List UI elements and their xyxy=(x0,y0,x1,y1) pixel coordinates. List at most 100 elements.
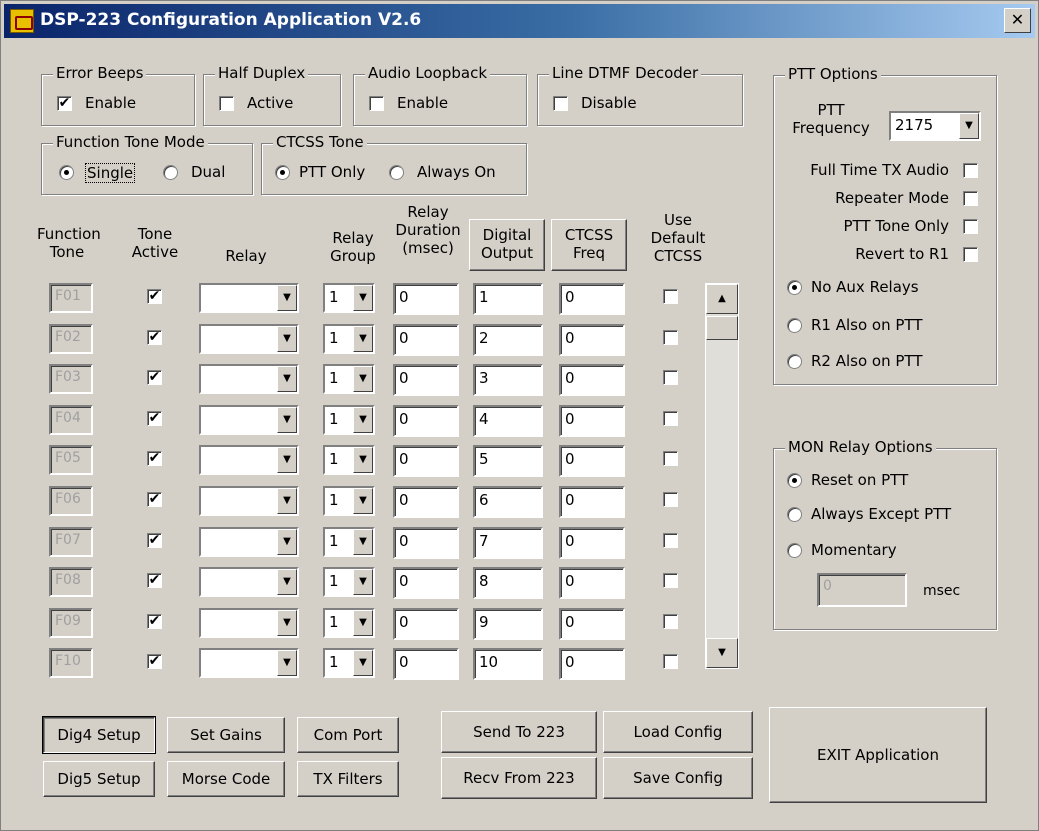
relay-duration-input[interactable]: 0 xyxy=(393,648,459,680)
chevron-down-icon[interactable]: ▼ xyxy=(277,569,297,595)
relay-group-select[interactable]: 1 ▼ xyxy=(323,405,375,435)
chevron-down-icon[interactable]: ▼ xyxy=(277,366,297,392)
com-port-button[interactable]: Com Port xyxy=(297,717,399,753)
digital-output-header-button[interactable]: Digital Output xyxy=(469,219,545,271)
chevron-down-icon[interactable]: ▼ xyxy=(353,569,373,595)
ctcss-freq-input[interactable]: 0 xyxy=(559,405,625,437)
use-default-ctcss-checkbox[interactable] xyxy=(663,533,678,548)
use-default-ctcss-checkbox[interactable] xyxy=(663,289,678,304)
relay-duration-input[interactable]: 0 xyxy=(393,486,459,518)
digital-output-input[interactable]: 4 xyxy=(473,405,543,437)
dig4-setup-button[interactable]: Dig4 Setup xyxy=(42,716,156,754)
use-default-ctcss-checkbox[interactable] xyxy=(663,654,678,669)
digital-output-input[interactable]: 9 xyxy=(473,608,543,640)
tone-active-checkbox[interactable]: ✔ xyxy=(147,533,162,548)
digital-output-input[interactable]: 6 xyxy=(473,486,543,518)
chevron-down-icon[interactable]: ▼ xyxy=(353,366,373,392)
chevron-down-icon[interactable]: ▼ xyxy=(353,447,373,473)
relay-duration-input[interactable]: 0 xyxy=(393,364,459,396)
error-beeps-checkbox[interactable]: ✔ xyxy=(57,96,72,111)
chevron-down-icon[interactable]: ▼ xyxy=(353,326,373,352)
recv-from-223-button[interactable]: Recv From 223 xyxy=(441,757,597,799)
ctcss-freq-header-button[interactable]: CTCSS Freq xyxy=(551,219,627,271)
close-button[interactable]: ✕ xyxy=(1004,8,1031,33)
function-tone-single-radio[interactable] xyxy=(59,165,74,180)
exit-application-button[interactable]: EXIT Application xyxy=(769,707,987,803)
relay-duration-input[interactable]: 0 xyxy=(393,567,459,599)
ptt-tone-only-checkbox[interactable] xyxy=(963,219,978,234)
set-gains-button[interactable]: Set Gains xyxy=(167,717,285,753)
scroll-up-icon[interactable]: ▲ xyxy=(706,284,738,314)
tone-active-checkbox[interactable]: ✔ xyxy=(147,654,162,669)
chevron-down-icon[interactable]: ▼ xyxy=(353,610,373,636)
ctcss-freq-input[interactable]: 0 xyxy=(559,486,625,518)
scroll-down-icon[interactable]: ▼ xyxy=(706,638,738,668)
digital-output-input[interactable]: 5 xyxy=(473,445,543,477)
relay-select[interactable]: ▼ xyxy=(199,648,299,678)
tone-active-checkbox[interactable]: ✔ xyxy=(147,451,162,466)
load-config-button[interactable]: Load Config xyxy=(603,711,753,753)
dig5-setup-button[interactable]: Dig5 Setup xyxy=(43,761,155,797)
tone-active-checkbox[interactable]: ✔ xyxy=(147,411,162,426)
chevron-down-icon[interactable]: ▼ xyxy=(277,488,297,514)
save-config-button[interactable]: Save Config xyxy=(603,757,753,799)
ptt-frequency-select[interactable]: 2175 ▼ xyxy=(889,111,981,141)
tx-filters-button[interactable]: TX Filters xyxy=(297,761,399,797)
r2-also-on-ptt-radio[interactable] xyxy=(787,354,802,369)
tone-active-checkbox[interactable]: ✔ xyxy=(147,330,162,345)
relay-duration-input[interactable]: 0 xyxy=(393,405,459,437)
relay-duration-input[interactable]: 0 xyxy=(393,324,459,356)
relay-duration-input[interactable]: 0 xyxy=(393,445,459,477)
digital-output-input[interactable]: 10 xyxy=(473,648,543,680)
relay-duration-input[interactable]: 0 xyxy=(393,608,459,640)
chevron-down-icon[interactable]: ▼ xyxy=(277,529,297,555)
relay-group-select[interactable]: 1 ▼ xyxy=(323,527,375,557)
chevron-down-icon[interactable]: ▼ xyxy=(353,407,373,433)
use-default-ctcss-checkbox[interactable] xyxy=(663,573,678,588)
use-default-ctcss-checkbox[interactable] xyxy=(663,614,678,629)
chevron-down-icon[interactable]: ▼ xyxy=(277,285,297,311)
relay-group-select[interactable]: 1 ▼ xyxy=(323,364,375,394)
chevron-down-icon[interactable]: ▼ xyxy=(277,610,297,636)
ctcss-ptt-only-radio[interactable] xyxy=(275,165,290,180)
relay-select[interactable]: ▼ xyxy=(199,486,299,516)
table-scrollbar[interactable]: ▲ ▼ xyxy=(705,283,739,669)
scroll-thumb[interactable] xyxy=(706,316,738,340)
chevron-down-icon[interactable]: ▼ xyxy=(277,326,297,352)
ctcss-freq-input[interactable]: 0 xyxy=(559,608,625,640)
relay-duration-input[interactable]: 0 xyxy=(393,283,459,315)
reset-on-ptt-radio[interactable] xyxy=(787,473,802,488)
relay-select[interactable]: ▼ xyxy=(199,364,299,394)
audio-loopback-checkbox[interactable] xyxy=(369,96,384,111)
relay-select[interactable]: ▼ xyxy=(199,405,299,435)
use-default-ctcss-checkbox[interactable] xyxy=(663,330,678,345)
full-time-tx-audio-checkbox[interactable] xyxy=(963,163,978,178)
chevron-down-icon[interactable]: ▼ xyxy=(277,407,297,433)
relay-group-select[interactable]: 1 ▼ xyxy=(323,567,375,597)
digital-output-input[interactable]: 3 xyxy=(473,364,543,396)
ctcss-freq-input[interactable]: 0 xyxy=(559,648,625,680)
ctcss-freq-input[interactable]: 0 xyxy=(559,445,625,477)
relay-group-select[interactable]: 1 ▼ xyxy=(323,445,375,475)
chevron-down-icon[interactable]: ▼ xyxy=(353,285,373,311)
relay-group-select[interactable]: 1 ▼ xyxy=(323,648,375,678)
chevron-down-icon[interactable]: ▼ xyxy=(277,447,297,473)
use-default-ctcss-checkbox[interactable] xyxy=(663,492,678,507)
half-duplex-checkbox[interactable] xyxy=(219,96,234,111)
ctcss-freq-input[interactable]: 0 xyxy=(559,324,625,356)
r1-also-on-ptt-radio[interactable] xyxy=(787,318,802,333)
relay-select[interactable]: ▼ xyxy=(199,283,299,313)
ctcss-freq-input[interactable]: 0 xyxy=(559,283,625,315)
ctcss-freq-input[interactable]: 0 xyxy=(559,567,625,599)
chevron-down-icon[interactable]: ▼ xyxy=(353,529,373,555)
relay-select[interactable]: ▼ xyxy=(199,527,299,557)
momentary-radio[interactable] xyxy=(787,543,802,558)
line-dtmf-checkbox[interactable] xyxy=(553,96,568,111)
ctcss-always-on-radio[interactable] xyxy=(389,165,404,180)
relay-duration-input[interactable]: 0 xyxy=(393,527,459,559)
digital-output-input[interactable]: 8 xyxy=(473,567,543,599)
digital-output-input[interactable]: 2 xyxy=(473,324,543,356)
morse-code-button[interactable]: Morse Code xyxy=(167,761,285,797)
chevron-down-icon[interactable]: ▼ xyxy=(353,650,373,676)
use-default-ctcss-checkbox[interactable] xyxy=(663,411,678,426)
